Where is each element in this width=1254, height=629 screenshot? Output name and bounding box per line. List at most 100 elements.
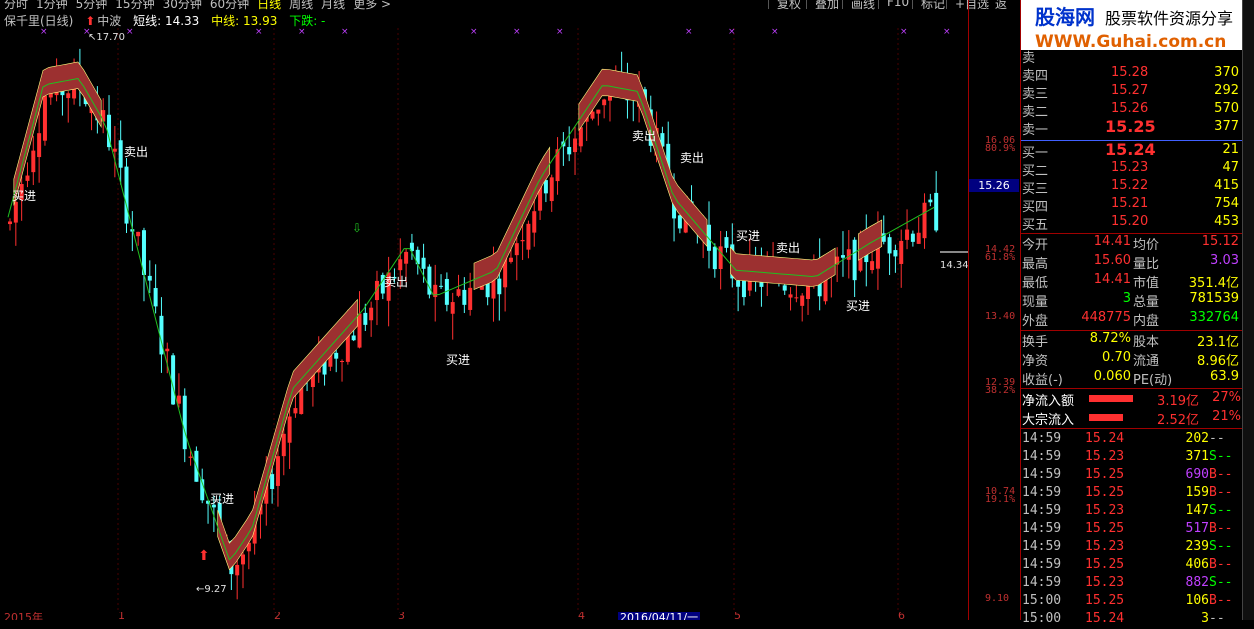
- tick-price: 15.25: [1085, 485, 1125, 500]
- bid-price: 15.21: [1111, 196, 1149, 211]
- mid-line-value: 中线: 13.93: [211, 14, 278, 28]
- signal-marker: ×: [728, 28, 736, 37]
- ask-label-partial: 卖: [1022, 51, 1036, 66]
- tick-volume: 106: [1185, 593, 1209, 608]
- candle-body: [852, 239, 857, 281]
- ask-row: 卖三 15.27 292: [1021, 83, 1243, 102]
- logo-site: 股海网: [1035, 5, 1095, 29]
- candle-body: [514, 243, 519, 256]
- candle-body: [846, 249, 851, 260]
- bid-price: 15.23: [1111, 160, 1149, 175]
- candle-body: [893, 250, 898, 257]
- tick-price: 15.25: [1085, 593, 1125, 608]
- logo-slogan: 股票软件资源分享: [1105, 9, 1233, 28]
- candle-body: [340, 360, 345, 363]
- candle-body: [369, 307, 374, 321]
- tick-price: 15.23: [1085, 503, 1125, 518]
- stat-label: 市值: [1133, 276, 1160, 291]
- period-tab-1[interactable]: 1分钟: [36, 0, 68, 10]
- period-tab-0[interactable]: 分时: [4, 0, 28, 10]
- price-axis-label: 19.1%: [985, 494, 1016, 505]
- candle-body: [287, 416, 292, 443]
- candle-body: [677, 215, 682, 229]
- tick-row: 14:59 15.25 517 B--: [1021, 521, 1243, 539]
- tick-price: 15.23: [1085, 449, 1125, 464]
- toolbar-button-1[interactable]: 叠加: [806, 0, 847, 10]
- bid-volume: 754: [1214, 196, 1239, 211]
- tick-volume: 202: [1185, 431, 1209, 446]
- candle-body: [439, 285, 444, 287]
- tick-time: 14:59: [1022, 521, 1062, 536]
- site-logo: 股海网 股票软件资源分享 WWW.Guhai.com.cn: [1021, 0, 1254, 52]
- candlestick-chart[interactable]: × × × × × × × × × × × × × ×买进卖出买进卖出买进卖出卖出买进卖出买进↖17.70…: [0, 28, 968, 612]
- candle-body: [520, 240, 525, 242]
- stat-value: 0.060: [1093, 369, 1131, 384]
- stat-label: 内盘: [1133, 314, 1160, 329]
- diamond-icon: ◇: [940, 28, 949, 29]
- tick-side: S--: [1209, 449, 1233, 464]
- candle-body: [782, 285, 787, 291]
- stat-label: 总量: [1133, 295, 1160, 310]
- signal-marker: ×: [470, 28, 478, 37]
- candle-body: [526, 223, 531, 250]
- toolbar-button-0[interactable]: 复权: [768, 0, 809, 10]
- tick-volume: 147: [1185, 503, 1209, 518]
- tick-price: 15.24: [1085, 611, 1125, 626]
- candle-body: [549, 177, 554, 202]
- candle-body: [712, 246, 717, 270]
- tick-row: 14:59 15.25 159 B--: [1021, 485, 1243, 503]
- trend-value: 下跌: -: [289, 14, 326, 28]
- up-arrow-icon: ⬆: [85, 14, 96, 28]
- stat-label: 换手: [1022, 335, 1049, 350]
- stat-value: 448775: [1081, 310, 1131, 325]
- flow-value: 3.19亿: [1157, 394, 1199, 409]
- candle-body: [25, 175, 30, 181]
- stat-row: 现量 3 总量 781539: [1021, 291, 1243, 310]
- flow-bar: [1089, 395, 1133, 402]
- period-tab-2[interactable]: 5分钟: [76, 0, 108, 10]
- period-tab-8[interactable]: 月线: [321, 0, 345, 10]
- candle-body: [293, 408, 298, 414]
- candle-body: [462, 289, 467, 305]
- signal-marker: ×: [255, 28, 263, 37]
- flow-percent: 21%: [1212, 409, 1241, 424]
- period-tab-4[interactable]: 30分钟: [163, 0, 202, 10]
- down-arrow-icon: ⇩: [352, 221, 362, 235]
- date-axis-label: 1: [118, 612, 125, 620]
- divider: [1021, 428, 1243, 429]
- tick-volume: 690: [1185, 467, 1209, 482]
- candle-body: [578, 127, 583, 147]
- price-axis: 16.06 80.9% 14.42 61.8% 13.40 12.39 38.2% 10.74…: [968, 0, 1021, 620]
- stat-value: 15.60: [1093, 253, 1131, 268]
- candle-body: [136, 231, 141, 237]
- bid-row: 买二 15.23 47: [1021, 160, 1243, 179]
- period-tab-6[interactable]: 日线: [257, 0, 281, 10]
- toolbar-button-2[interactable]: 画线: [842, 0, 883, 10]
- candle-body: [497, 278, 502, 295]
- period-tab-7[interactable]: 周线: [289, 0, 313, 10]
- price-axis-label: 13.40: [985, 311, 1016, 322]
- logo-url: WWW.Guhai.com.cn: [1035, 32, 1226, 50]
- stat-label: 流通: [1133, 354, 1160, 369]
- candle-body: [182, 395, 187, 450]
- candle-body: [13, 201, 18, 223]
- candle-body: [188, 456, 193, 458]
- period-tab-3[interactable]: 15分钟: [115, 0, 154, 10]
- tick-price: 15.23: [1085, 575, 1125, 590]
- side-scroll-strip[interactable]: [1242, 0, 1254, 620]
- flow-label: 大宗流入: [1022, 413, 1075, 428]
- candle-body: [334, 352, 339, 359]
- stat-value: 332764: [1189, 310, 1239, 325]
- period-tab-5[interactable]: 60分钟: [210, 0, 249, 10]
- period-tab-9[interactable]: 更多 >: [353, 0, 391, 10]
- signal-marker: ×: [556, 28, 564, 37]
- bid-label: 买三: [1022, 182, 1049, 197]
- tick-row: 15:00 15.24 3 --: [1021, 611, 1243, 629]
- candle-body: [602, 99, 607, 106]
- candle-body: [928, 199, 933, 203]
- bid-row: 买一 15.24 21: [1021, 140, 1243, 161]
- tick-side: B--: [1209, 557, 1233, 572]
- signal-marker: ×: [685, 28, 693, 37]
- ask-volume: 292: [1214, 83, 1239, 98]
- price-axis-label: 80.9%: [985, 143, 1016, 154]
